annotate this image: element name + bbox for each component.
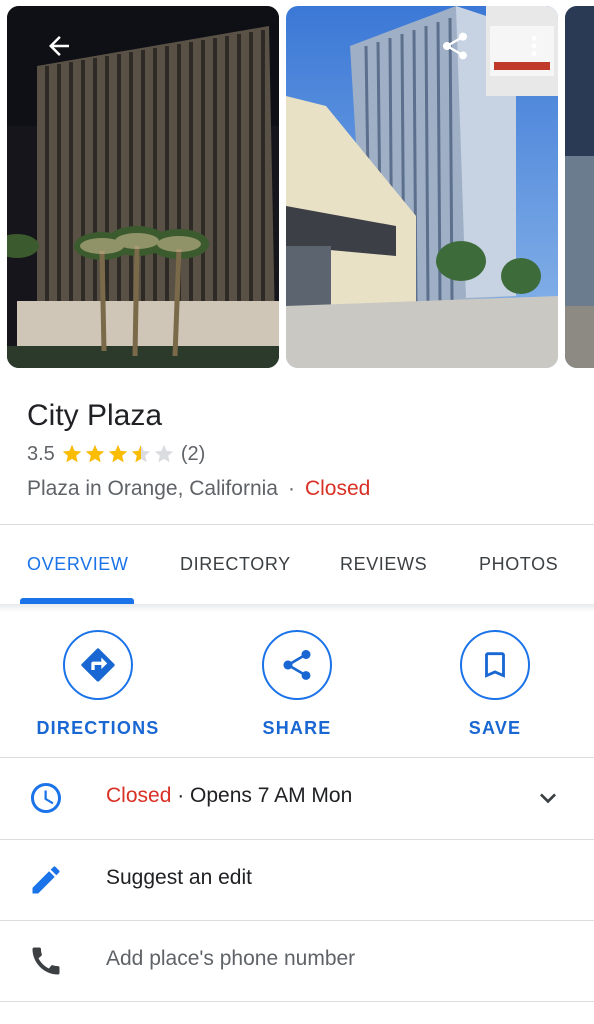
place-category: Plaza in Orange, California — [27, 477, 278, 500]
tab-overview[interactable]: OVERVIEW — [27, 554, 129, 575]
phone-icon — [32, 947, 60, 975]
add-phone-label: Add place's phone number — [106, 947, 356, 970]
divider — [0, 524, 594, 525]
suggest-edit-row[interactable]: Suggest an edit — [0, 840, 594, 920]
suggest-edit-label: Suggest an edit — [106, 866, 252, 889]
pencil-icon-wrap — [28, 862, 64, 898]
clock-icon-wrap — [28, 780, 64, 816]
separator-dot: · — [287, 477, 295, 500]
more-options-button[interactable] — [510, 22, 558, 70]
chevron-down-icon — [540, 793, 556, 804]
expand-hours-button[interactable] — [532, 782, 564, 819]
place-title: City Plaza — [27, 399, 163, 432]
save-circle — [460, 630, 530, 700]
rating-value: 3.5 — [27, 442, 55, 465]
tab-photos[interactable]: PHOTOS — [479, 554, 558, 575]
directions-label: DIRECTIONS — [36, 718, 160, 738]
category-row: Plaza in Orange, California · Closed — [27, 472, 567, 506]
pencil-icon — [32, 866, 60, 894]
share-circle — [262, 630, 332, 700]
review-count: (2) — [180, 442, 206, 465]
hours-text: Closed · Opens 7 AM Mon — [106, 784, 352, 808]
hours-row[interactable]: Closed · Opens 7 AM Mon — [0, 758, 594, 838]
hours-status: Closed — [106, 784, 172, 807]
place-info: City Plaza 3.5 (2) Plaza in Orange, Cali… — [27, 394, 567, 506]
clock-icon — [31, 783, 61, 813]
add-phone-row[interactable]: Add place's phone number — [0, 921, 594, 1001]
directions-button[interactable]: DIRECTIONS — [18, 630, 178, 739]
divider — [0, 1001, 594, 1002]
arrow-back-icon — [49, 36, 69, 56]
tab-reviews[interactable]: REVIEWS — [340, 554, 427, 575]
photo-carousel[interactable] — [0, 0, 594, 370]
bookmark-icon — [485, 652, 505, 678]
back-button[interactable] — [35, 22, 83, 70]
hours-detail: · Opens 7 AM Mon — [171, 784, 353, 807]
photo-partial[interactable] — [565, 6, 594, 368]
share-top-button[interactable] — [431, 22, 479, 70]
action-buttons: DIRECTIONS SHARE SAVE — [0, 620, 594, 750]
phone-icon-wrap — [28, 943, 64, 979]
tab-directory[interactable]: DIRECTORY — [180, 554, 291, 575]
rating-row[interactable]: 3.5 (2) — [27, 438, 567, 470]
star-full-icon — [108, 444, 127, 463]
share-button[interactable]: SHARE — [217, 630, 377, 739]
star-rating — [61, 443, 175, 465]
save-label: SAVE — [468, 718, 522, 738]
star-full-icon — [85, 444, 104, 463]
share-icon — [443, 32, 467, 60]
tab-bar: OVERVIEW DIRECTORY REVIEWS PHOTOS — [0, 526, 594, 606]
share-icon — [283, 650, 311, 680]
share-label: SHARE — [262, 718, 332, 738]
directions-circle — [63, 630, 133, 700]
more-vert-icon — [531, 36, 537, 56]
save-button[interactable]: SAVE — [415, 630, 575, 739]
star-full-icon — [62, 444, 81, 463]
tab-shadow — [0, 604, 594, 612]
directions-icon — [81, 648, 115, 682]
open-status: Closed — [304, 477, 371, 500]
star-empty-icon — [154, 444, 173, 463]
star-half-icon — [131, 444, 150, 463]
